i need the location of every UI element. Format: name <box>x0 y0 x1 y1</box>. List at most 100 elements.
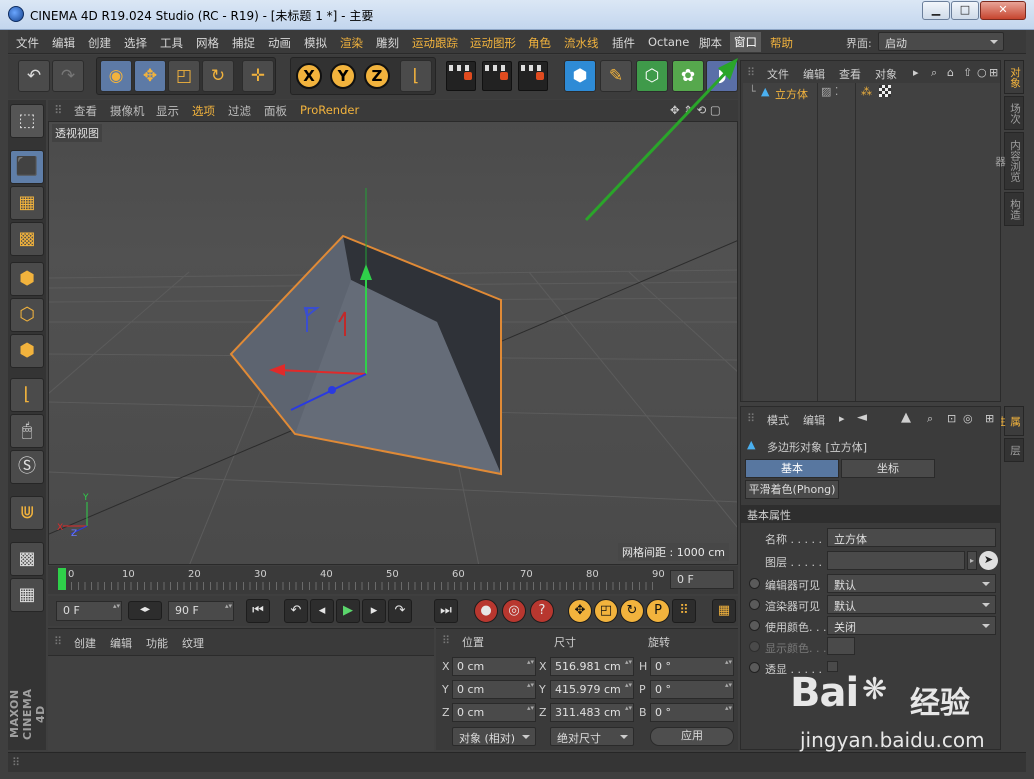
attr-search-icon[interactable]: ⌕ <box>927 412 933 426</box>
prop-render-visible-dropdown[interactable]: 默认 <box>827 595 996 614</box>
material-menu-create[interactable]: 创建 <box>74 635 96 651</box>
rotation-h-field[interactable]: 0 ° <box>650 657 734 676</box>
layer-up-icon[interactable]: ⇧ <box>963 66 972 79</box>
new-window-icon[interactable]: ⊞ <box>989 66 998 79</box>
menu-select[interactable]: 选择 <box>124 35 147 51</box>
tweak-mode-icon[interactable]: 🖱 <box>10 414 44 448</box>
object-menu-view[interactable]: 查看 <box>839 66 861 82</box>
key-scale-icon[interactable]: ◰ <box>594 599 618 623</box>
prop-radio[interactable] <box>749 641 760 652</box>
record-icon[interactable]: ● <box>474 599 498 623</box>
view-icon[interactable]: ○ <box>977 66 987 79</box>
tab-takes[interactable]: 场次 <box>1004 96 1024 130</box>
size-z-field[interactable]: 311.483 cm <box>550 703 634 722</box>
edges-mode-icon[interactable]: ⬡ <box>10 298 44 332</box>
viewport-menu-cameras[interactable]: 摄像机 <box>110 103 145 119</box>
rotation-p-field[interactable]: 0 ° <box>650 680 734 699</box>
coordinate-system-icon[interactable]: ⌊ <box>400 60 432 92</box>
rotation-b-field[interactable]: 0 ° <box>650 703 734 722</box>
menu-edit[interactable]: 编辑 <box>52 35 75 51</box>
viewport-menu-prorender[interactable]: ProRender <box>300 103 359 117</box>
attr-menu-edit[interactable]: 编辑 <box>803 412 825 428</box>
attr-tab-basic[interactable]: 基本 <box>745 459 839 478</box>
prop-layer-field[interactable] <box>827 551 965 570</box>
target-icon[interactable]: ◎ <box>963 412 973 425</box>
menu-tools[interactable]: 工具 <box>160 35 183 51</box>
next-frame-icon[interactable]: ▸ <box>362 599 386 623</box>
object-list[interactable]: └ ▲ 立方体 ▨ ⁚ ⁂ <box>743 83 1000 401</box>
coordinate-mode-dropdown[interactable]: 对象 (相对) <box>452 727 536 746</box>
attr-menu-mode[interactable]: 模式 <box>767 412 789 428</box>
undo-button[interactable]: ↶ <box>18 60 50 92</box>
axis-mode-icon[interactable]: ⌊ <box>10 378 44 412</box>
viewport-menu-options[interactable]: 选项 <box>192 103 215 119</box>
grid-plane-icon[interactable]: ▦ <box>10 578 44 612</box>
menu-help[interactable]: 帮助 <box>770 35 793 51</box>
menu-snap[interactable]: 捕捉 <box>232 35 255 51</box>
playhead-marker[interactable] <box>58 568 66 590</box>
viewport-menu-filter[interactable]: 过滤 <box>228 103 251 119</box>
menu-create[interactable]: 创建 <box>88 35 111 51</box>
attr-menu-more-icon[interactable]: ▸ <box>839 412 845 425</box>
layer-arrow-icon[interactable]: ▸ <box>967 551 977 570</box>
z-axis-lock-icon[interactable]: Z <box>364 63 390 89</box>
menu-file[interactable]: 文件 <box>16 35 39 51</box>
viewport-menu-display[interactable]: 显示 <box>156 103 179 119</box>
home-icon[interactable]: ⌂ <box>947 66 954 79</box>
recent-tool-icon[interactable]: ✛ <box>242 60 274 92</box>
make-editable-icon[interactable]: ⬚ <box>10 104 44 138</box>
menu-script[interactable]: 脚本 <box>699 35 722 51</box>
key-pla-icon[interactable]: ⠿ <box>672 599 696 623</box>
start-frame-field[interactable]: 0 F <box>56 601 122 621</box>
material-menu-function[interactable]: 功能 <box>146 635 168 651</box>
menu-motion-tracking[interactable]: 运动跟踪 <box>412 35 458 51</box>
size-mode-dropdown[interactable]: 绝对尺寸 <box>550 727 634 746</box>
go-to-start-icon[interactable]: ⏮ <box>246 599 270 623</box>
material-menu-texture[interactable]: 纹理 <box>182 635 204 651</box>
magnet-icon[interactable]: ⋓ <box>10 496 44 530</box>
move-icon[interactable]: ✥ <box>134 60 166 92</box>
uvw-tag-icon[interactable] <box>879 85 891 97</box>
menu-window[interactable]: 窗口 <box>730 32 761 52</box>
menu-sculpt[interactable]: 雕刻 <box>376 35 399 51</box>
phong-tag-icon[interactable]: ⁂ <box>861 85 872 98</box>
position-x-field[interactable]: 0 cm <box>452 657 536 676</box>
menu-character[interactable]: 角色 <box>528 35 551 51</box>
render-view-icon[interactable] <box>446 61 476 91</box>
previous-key-icon[interactable]: ↶ <box>284 599 308 623</box>
cursor-icon[interactable]: ▲ <box>901 410 911 425</box>
menu-render[interactable]: 渲染 <box>340 35 363 51</box>
key-position-icon[interactable]: ✥ <box>568 599 592 623</box>
search-icon[interactable]: ⌕ <box>931 66 937 80</box>
menu-mograph[interactable]: 运动图形 <box>470 35 516 51</box>
rotate-icon[interactable]: ↻ <box>202 60 234 92</box>
menu-octane[interactable]: Octane <box>648 35 689 49</box>
render-picture-viewer-icon[interactable] <box>482 61 512 91</box>
object-row[interactable]: └ ▲ 立方体 ▨ ⁚ ⁂ <box>743 83 1000 101</box>
prop-use-color-dropdown[interactable]: 关闭 <box>827 616 996 635</box>
prop-radio[interactable] <box>749 599 760 610</box>
scale-icon[interactable]: ◰ <box>168 60 200 92</box>
redo-button[interactable]: ↷ <box>52 60 84 92</box>
back-arrow-icon[interactable]: ◄ <box>857 410 867 425</box>
menu-animate[interactable]: 动画 <box>268 35 291 51</box>
live-selection-icon[interactable]: ◉ <box>100 60 132 92</box>
current-frame-field[interactable]: 0 F <box>670 570 734 589</box>
object-menu-more-icon[interactable]: ▸ <box>913 66 919 79</box>
prop-radio[interactable] <box>749 662 760 673</box>
next-key-icon[interactable]: ↷ <box>388 599 412 623</box>
attr-tab-phong[interactable]: 平滑着色(Phong) <box>745 480 839 499</box>
previous-frame-icon[interactable]: ◂ <box>310 599 334 623</box>
polygons-mode-icon[interactable]: ⬢ <box>10 334 44 368</box>
material-area[interactable] <box>48 655 434 751</box>
prop-radio[interactable] <box>749 620 760 631</box>
snap-icon[interactable]: Ⓢ <box>10 450 44 484</box>
lock-icon[interactable]: ⊡ <box>947 412 956 425</box>
close-button[interactable]: ✕ <box>980 1 1026 20</box>
grid-lock-icon[interactable]: ▩ <box>10 542 44 576</box>
material-menu-edit[interactable]: 编辑 <box>110 635 132 651</box>
play-icon[interactable]: ▶ <box>336 599 360 623</box>
tab-objects[interactable]: 对象 <box>1004 60 1024 94</box>
go-to-end-icon[interactable]: ⏭ <box>434 599 458 623</box>
tab-layers[interactable]: 层 <box>1004 438 1024 462</box>
